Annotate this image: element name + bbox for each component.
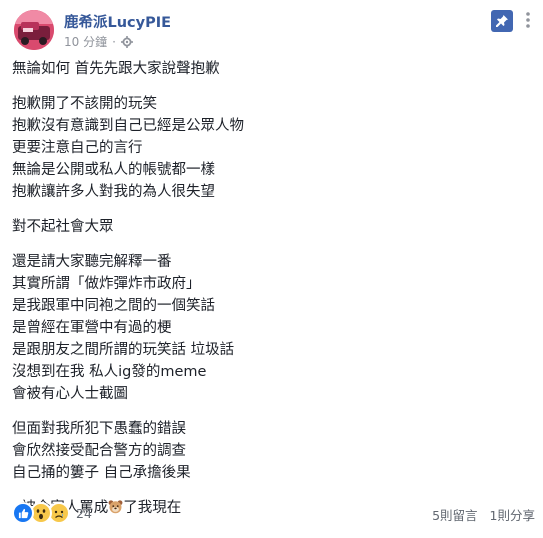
paragraph: 對不起社會大眾: [12, 216, 527, 238]
post-line: 其實所謂「做炸彈炸市政府」: [12, 276, 201, 292]
author-avatar[interactable]: [14, 10, 54, 50]
post-line: 無論如何 首先先跟大家說聲抱歉: [12, 61, 220, 77]
post-line: 對不起社會大眾: [12, 219, 114, 235]
post-line: 抱歉讓許多人對我的為人很失望: [12, 184, 215, 200]
paragraph: 但面對我所犯下愚蠢的錯誤 會欣然接受配合警方的調查 自己捅的簍子 自己承擔後果: [12, 418, 527, 484]
paragraph: 無論如何 首先先跟大家說聲抱歉: [12, 58, 527, 80]
post-line: 沒想到在我 私人ig發的meme: [12, 364, 207, 380]
comments-count-link[interactable]: 5則留言: [432, 508, 477, 523]
paragraph: 抱歉開了不該開的玩笑 抱歉沒有意識到自己已經是公眾人物 更要注意自己的言行 無論…: [12, 93, 527, 203]
like-icon[interactable]: [12, 502, 34, 524]
post-line: 是我跟軍中同袍之間的一個笑話: [12, 298, 215, 314]
shares-count-link[interactable]: 1則分享: [490, 508, 535, 523]
post-line: 抱歉沒有意識到自己已經是公眾人物: [12, 118, 244, 134]
post-meta: 10 分鐘 ·: [64, 33, 133, 50]
post-header: 鹿希派LucyPIE 10 分鐘 ·: [10, 8, 533, 54]
paragraph: 還是請大家聽完解釋一番 其實所謂「做炸彈炸市政府」 是我跟軍中同袍之間的一個笑話…: [12, 251, 527, 405]
post-line: 會欣然接受配合警方的調查: [12, 443, 186, 459]
meta-separator: ·: [112, 34, 116, 49]
post-footer: 24 5則留言 1則分享: [12, 500, 535, 526]
author-name[interactable]: 鹿希派LucyPIE: [64, 11, 171, 32]
post-line: 會被有心人士截圖: [12, 386, 128, 402]
reaction-count[interactable]: 24: [76, 506, 92, 521]
avatar-image: [14, 10, 54, 50]
reactions-summary[interactable]: 24: [12, 502, 92, 524]
post-line: 自己捅的簍子 自己承擔後果: [12, 465, 191, 481]
post-line: 但面對我所犯下愚蠢的錯誤: [12, 421, 186, 437]
post-body: 無論如何 首先先跟大家說聲抱歉 抱歉開了不該開的玩笑 抱歉沒有意識到自己已經是公…: [12, 58, 527, 532]
gear-icon[interactable]: [120, 35, 133, 48]
post-line: 更要注意自己的言行: [12, 140, 143, 156]
engagement-counts: 5則留言 1則分享: [432, 505, 535, 524]
post-line: 抱歉開了不該開的玩笑: [12, 96, 157, 112]
post-line: 無論是公開或私人的帳號都一樣: [12, 162, 215, 178]
pin-icon[interactable]: [491, 10, 513, 32]
post-line: 是跟朋友之間所謂的玩笑話 垃圾話: [12, 342, 235, 358]
post-line: 還是請大家聽完解釋一番: [12, 254, 172, 270]
facebook-post: 鹿希派LucyPIE 10 分鐘 · 無論如何 首先先跟大家說聲抱歉 抱歉開了不…: [0, 0, 543, 538]
post-timestamp[interactable]: 10 分鐘: [64, 33, 107, 50]
more-options-icon[interactable]: [521, 10, 535, 30]
post-line: 是曾經在軍營中有過的梗: [12, 320, 172, 336]
